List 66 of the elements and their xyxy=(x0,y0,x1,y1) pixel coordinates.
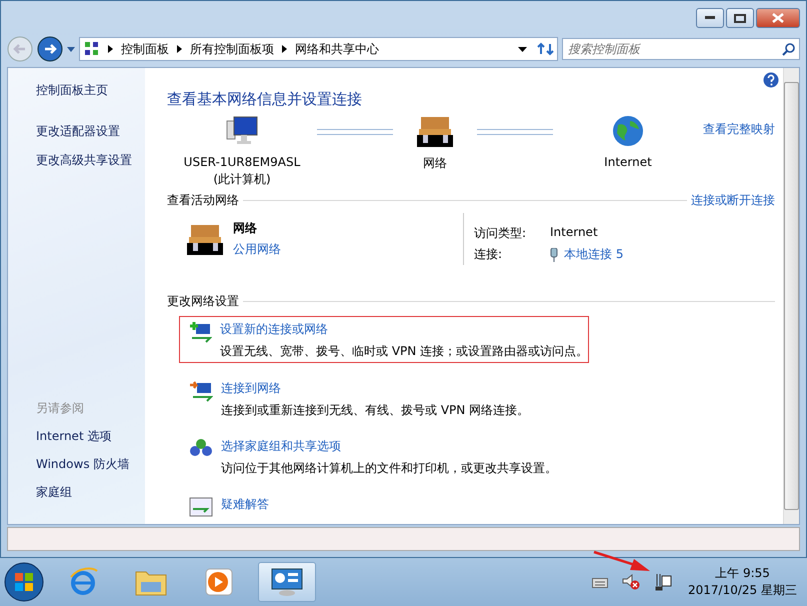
network-connect-icon xyxy=(189,379,213,403)
chevron-icon[interactable] xyxy=(108,45,113,53)
task-description: 连接到或重新连接到无线、有线、拨号或 VPN 网络连接。 xyxy=(221,402,530,419)
chevron-icon[interactable] xyxy=(177,45,182,53)
history-dropdown-icon[interactable] xyxy=(67,46,75,52)
forward-button[interactable] xyxy=(37,36,63,62)
help-icon[interactable] xyxy=(763,72,779,88)
sidebar-link[interactable]: 更改适配器设置 xyxy=(36,123,145,140)
task-link[interactable]: 选择家庭组和共享选项 xyxy=(221,438,557,455)
maximize-button[interactable] xyxy=(726,8,754,28)
field-label: 连接: xyxy=(474,246,504,263)
keyboard-icon[interactable] xyxy=(592,576,608,588)
task-link[interactable]: 设置新的连接或网络 xyxy=(220,321,588,338)
breadcrumb[interactable]: 控制面板 xyxy=(121,40,169,58)
troubleshoot-icon xyxy=(189,495,213,519)
node-sublabel: (此计算机) xyxy=(213,171,271,188)
dropdown-icon[interactable] xyxy=(518,46,527,52)
computer-icon xyxy=(225,115,259,147)
connection-link[interactable]: 本地连接 5 xyxy=(564,246,624,263)
muted-speaker-icon[interactable] xyxy=(622,574,640,590)
task-link[interactable]: 连接到网络 xyxy=(221,380,530,397)
clock[interactable]: 上午 9:55 2017/10/25 星期三 xyxy=(688,565,797,599)
field-label: 访问类型: xyxy=(474,225,528,242)
node-label: 网络 xyxy=(423,155,447,172)
network-type-link[interactable]: 公用网络 xyxy=(233,241,281,258)
scrollbar[interactable] xyxy=(783,68,799,524)
maximize-icon xyxy=(734,14,746,22)
network-status-icon[interactable] xyxy=(654,573,672,591)
network-add-icon xyxy=(188,320,212,344)
cable-icon xyxy=(550,248,558,262)
close-button[interactable] xyxy=(756,8,800,28)
task-description: 访问位于其他网络计算机上的文件和打印机，或更改共享设置。 xyxy=(221,460,557,477)
minimize-button[interactable] xyxy=(696,8,724,28)
control-panel-icon xyxy=(84,41,100,57)
node-label: USER-1UR8EM9ASL xyxy=(184,155,300,169)
address-bar[interactable]: 控制面板 所有控制面板项 网络和共享中心 xyxy=(79,37,558,61)
globe-icon xyxy=(612,115,644,147)
search-field[interactable]: 搜索控制面板 xyxy=(562,38,800,60)
sidebar-link[interactable]: Internet 选项 xyxy=(36,428,145,445)
sidebar-link[interactable]: 家庭组 xyxy=(36,484,145,501)
connect-disconnect-link[interactable]: 连接或断开连接 xyxy=(691,192,775,209)
control-panel-icon[interactable] xyxy=(270,567,304,597)
field-value: Internet xyxy=(550,225,599,241)
close-icon xyxy=(772,13,784,23)
start-button[interactable] xyxy=(4,562,44,602)
annotation-arrow xyxy=(592,550,652,572)
breadcrumb[interactable]: 所有控制面板项 xyxy=(190,40,274,58)
section-title: 更改网络设置 xyxy=(167,293,239,310)
sidebar-section-title: 另请参阅 xyxy=(36,400,85,417)
page-heading: 查看基本网络信息并设置连接 xyxy=(167,90,363,109)
search-icon[interactable] xyxy=(782,43,795,56)
bench-icon xyxy=(187,223,223,255)
task-description: 设置无线、宽带、拨号、临时或 VPN 连接；或设置路由器或访问点。 xyxy=(220,343,588,360)
media-player-icon[interactable] xyxy=(204,567,234,597)
network-name: 网络 xyxy=(233,220,258,237)
sidebar-link[interactable]: 更改高级共享设置 xyxy=(36,152,145,169)
node-label: Internet xyxy=(604,155,652,169)
task-link[interactable]: 疑难解答 xyxy=(221,496,269,513)
sidebar-link[interactable]: 控制面板主页 xyxy=(36,82,145,99)
sidebar-link[interactable]: Windows 防火墙 xyxy=(36,456,145,473)
chevron-icon[interactable] xyxy=(282,45,287,53)
bench-icon xyxy=(417,115,453,147)
full-map-link[interactable]: 查看完整映射 xyxy=(703,121,775,138)
minimize-icon xyxy=(705,16,715,20)
breadcrumb[interactable]: 网络和共享中心 xyxy=(295,40,379,58)
section-title: 查看活动网络 xyxy=(167,192,239,209)
